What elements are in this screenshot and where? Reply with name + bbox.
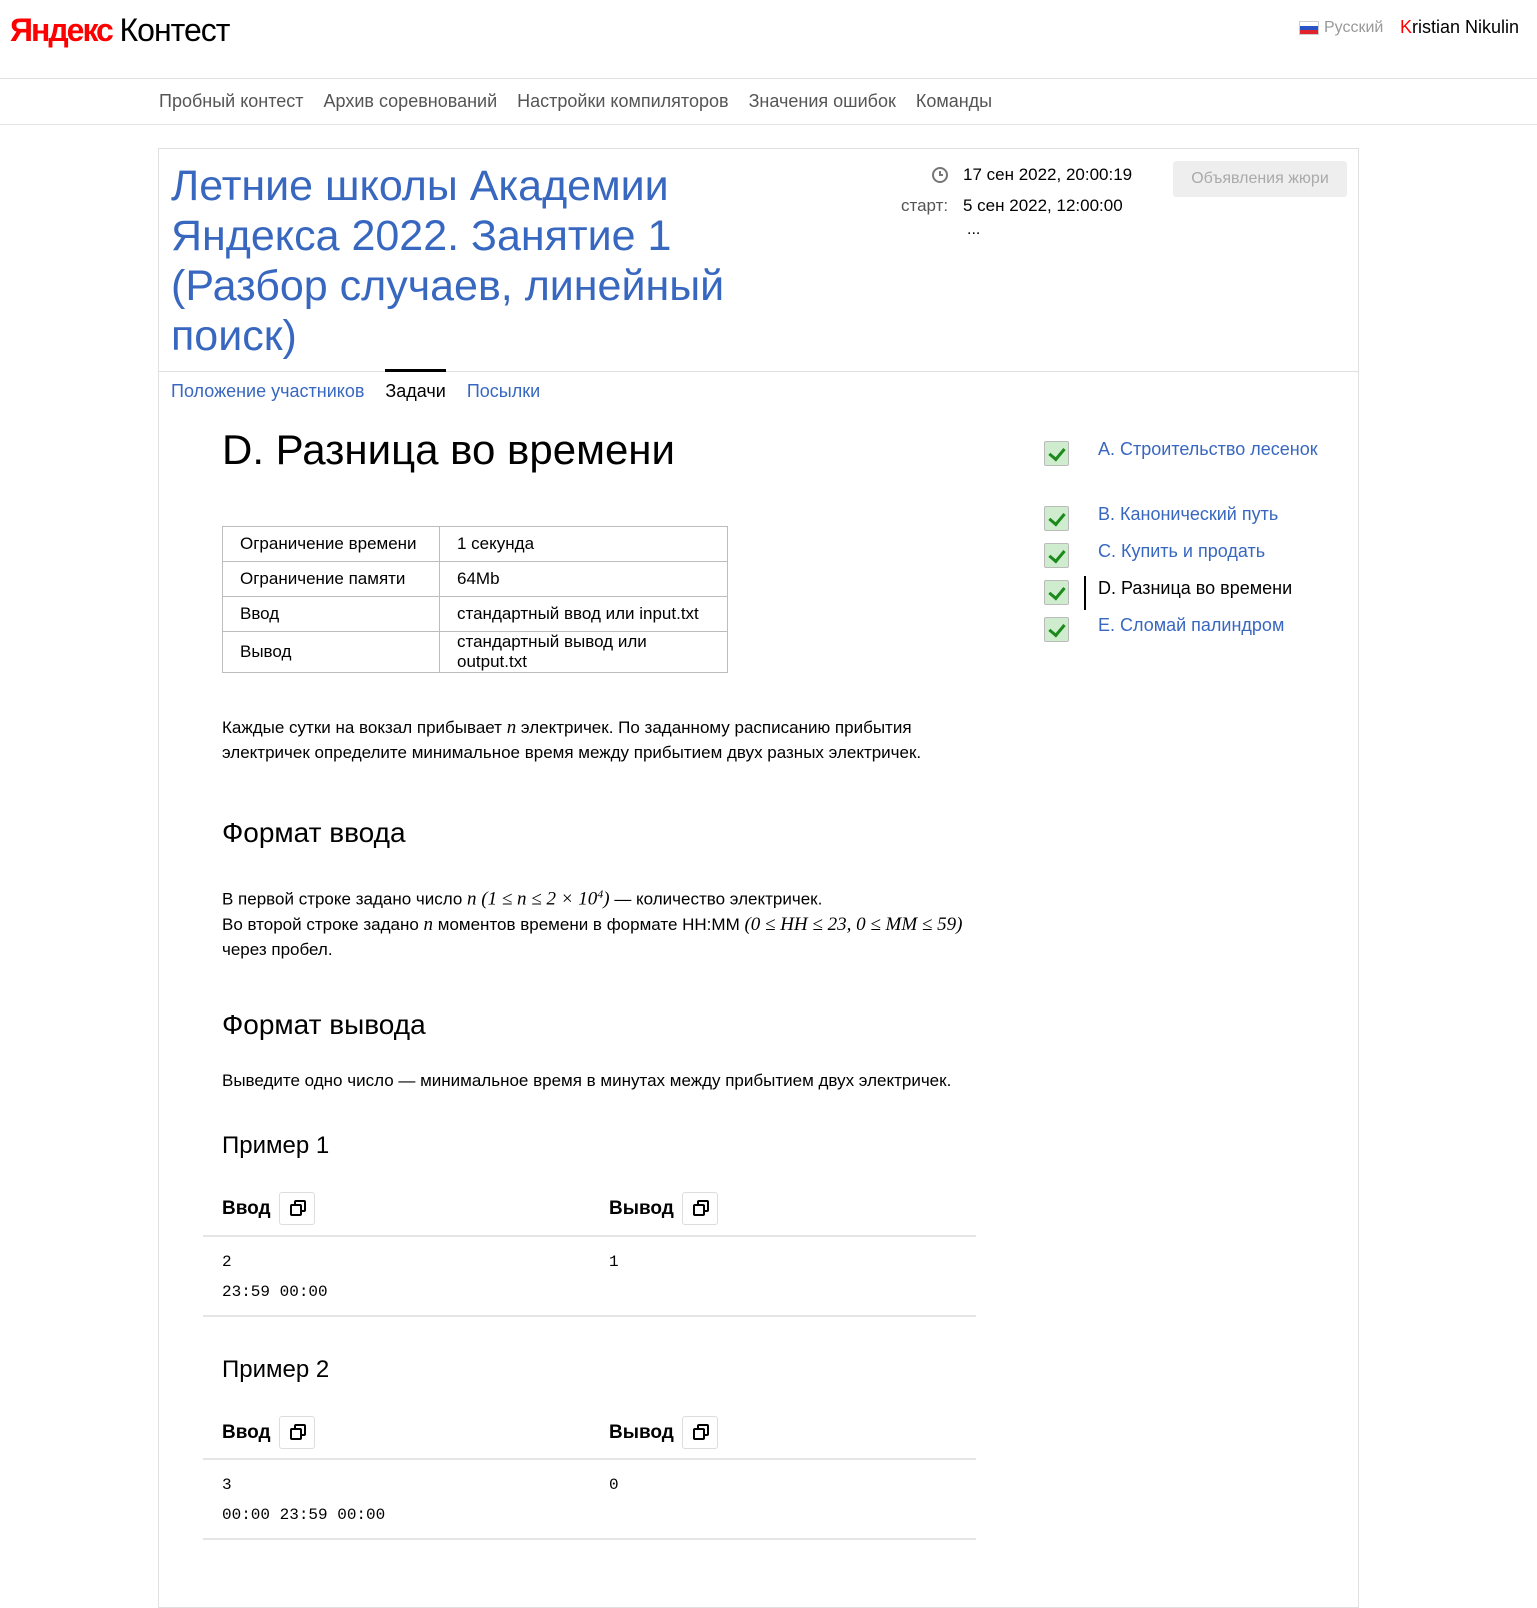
check-icon: [1044, 580, 1069, 605]
yandex-contest-logo[interactable]: Яндекс Контест: [10, 10, 231, 50]
list-item[interactable]: C. Купить и продать: [1044, 541, 1265, 568]
example-divider: [203, 1235, 976, 1237]
nav-competition-archive[interactable]: Архив соревнований: [324, 91, 498, 112]
russia-flag-icon: [1299, 21, 1319, 35]
table-row: Ограничение памяти 64Mb: [222, 561, 728, 597]
logo-yandex: Яндекс: [10, 12, 114, 48]
top-header: Яндекс Контест Русский Kristian Nikulin: [0, 0, 1537, 79]
example-2-input-header: Ввод: [222, 1416, 315, 1449]
math-var: n: [423, 913, 434, 935]
limit-value: 64Mb: [439, 561, 728, 597]
table-row: Ограничение времени 1 секунда: [222, 526, 728, 562]
copy-output-button[interactable]: [681, 1416, 718, 1449]
user-name-rest: ristian Nikulin: [1412, 17, 1520, 37]
input-format-text: В первой строке задано число n (1 ≤ n ≤ …: [222, 882, 1012, 962]
math-var: n: [506, 717, 517, 738]
problem-link-c[interactable]: C. Купить и продать: [1098, 537, 1318, 565]
nav-error-meanings[interactable]: Значения ошибок: [749, 91, 896, 112]
nav-teams[interactable]: Команды: [916, 91, 992, 112]
check-icon: [1044, 441, 1069, 466]
check-icon: [1044, 543, 1069, 568]
contest-title[interactable]: Летние школы Академии Яндекса 2022. Заня…: [171, 161, 771, 361]
limit-name: Ограничение времени: [222, 526, 440, 562]
example-output-label: Вывод: [609, 1421, 674, 1443]
copy-input-button[interactable]: [278, 1416, 315, 1449]
table-row: Вывод стандартный вывод или output.txt: [222, 631, 728, 673]
limit-name: Ограничение памяти: [222, 561, 440, 597]
example-input-label: Ввод: [222, 1421, 271, 1443]
limit-value: 1 секунда: [439, 526, 728, 562]
table-row: Ввод стандартный ввод или input.txt: [222, 596, 728, 632]
problem-title: D. Разница во времени: [222, 426, 675, 473]
problem-link-d[interactable]: D. Разница во времени: [1098, 574, 1318, 602]
copy-input-button[interactable]: [278, 1192, 315, 1225]
output-format-text: Выведите одно число — минимальное время …: [222, 1071, 952, 1090]
check-icon: [1044, 617, 1069, 642]
input-line2-text-a: Во второй строке задано: [222, 914, 424, 934]
example-2-output[interactable]: 0: [609, 1470, 619, 1500]
current-time: 17 сен 2022, 20:00:19: [963, 165, 1133, 184]
language-switcher[interactable]: Русский: [1299, 19, 1383, 37]
example-1-title: Пример 1: [222, 1132, 330, 1159]
problem-statement: Каждые сутки на вокзал прибывает n элект…: [222, 715, 982, 765]
limit-name: Вывод: [222, 631, 440, 673]
example-2-input[interactable]: 3 00:00 23:59 00:00: [222, 1470, 385, 1530]
more-ellipsis[interactable]: ...: [967, 221, 980, 239]
list-item[interactable]: A. Строительство лесенок: [1044, 439, 1318, 466]
contest-tabs: Положение участников Задачи Посылки: [171, 369, 540, 402]
limit-name: Ввод: [222, 596, 440, 632]
tab-submissions[interactable]: Посылки: [467, 371, 540, 402]
example-divider: [203, 1315, 976, 1317]
output-format-heading: Формат вывода: [222, 1009, 426, 1040]
limit-value: стандартный вывод или output.txt: [439, 631, 728, 673]
jury-announcements-button[interactable]: Объявления жюри: [1173, 161, 1347, 197]
main-nav: Пробный контест Архив соревнований Настр…: [0, 79, 1537, 125]
input-line3-text: через пробел.: [222, 939, 333, 959]
example-2-title: Пример 2: [222, 1356, 330, 1383]
user-name[interactable]: Kristian Nikulin: [1400, 17, 1519, 38]
user-first-letter: K: [1400, 17, 1413, 37]
example-2-output-header: Вывод: [609, 1416, 718, 1449]
math-time-range: (0 ≤ HH ≤ 23, 0 ≤ MM ≤ 59): [744, 913, 963, 935]
list-item[interactable]: E. Сломай палиндром: [1044, 615, 1284, 642]
list-item[interactable]: B. Канонический путь: [1044, 504, 1278, 531]
example-output-label: Вывод: [609, 1197, 674, 1219]
example-input-label: Ввод: [222, 1197, 271, 1219]
example-1-input[interactable]: 2 23:59 00:00: [222, 1247, 328, 1307]
input-line1-text-a: В первой строке задано число: [222, 889, 468, 909]
statement-text-1: Каждые сутки на вокзал прибывает: [222, 718, 507, 737]
example-divider: [203, 1538, 976, 1540]
start-label: старт:: [901, 196, 949, 215]
tab-standings[interactable]: Положение участников: [171, 371, 364, 402]
example-1-input-header: Ввод: [222, 1192, 315, 1225]
clock-icon: [932, 167, 948, 183]
input-line1-text-b: — количество электричек.: [609, 889, 823, 909]
language-label: Русский: [1324, 19, 1384, 36]
tab-problems[interactable]: Задачи: [385, 369, 446, 402]
limits-table: Ограничение времени 1 секунда Ограничени…: [222, 526, 728, 673]
example-1-output[interactable]: 1: [609, 1247, 619, 1277]
contest-panel: Летние школы Академии Яндекса 2022. Заня…: [158, 148, 1359, 1608]
problem-link-e[interactable]: E. Сломай палиндром: [1098, 611, 1318, 639]
copy-output-button[interactable]: [681, 1192, 718, 1225]
example-1-output-header: Вывод: [609, 1192, 718, 1225]
input-line2-text-b: моментов времени в формате HH:MM: [433, 914, 745, 934]
input-format-heading: Формат ввода: [222, 817, 406, 848]
check-icon: [1044, 506, 1069, 531]
logo-kontest: Контест: [119, 12, 231, 48]
example-divider: [203, 1458, 976, 1460]
list-item[interactable]: D. Разница во времени: [1044, 576, 1292, 610]
nav-compiler-settings[interactable]: Настройки компиляторов: [517, 91, 728, 112]
nav-trial-contest[interactable]: Пробный контест: [159, 91, 304, 112]
math-n-range: (1 ≤ n ≤ 2 × 10: [481, 888, 598, 910]
math-var: n: [467, 888, 477, 910]
problem-link-a[interactable]: A. Строительство лесенок: [1098, 435, 1318, 463]
current-indicator: [1084, 576, 1086, 610]
start-time: 5 сен 2022, 12:00:00: [963, 196, 1123, 215]
problem-link-b[interactable]: B. Канонический путь: [1098, 500, 1318, 528]
limit-value: стандартный ввод или input.txt: [439, 596, 728, 632]
